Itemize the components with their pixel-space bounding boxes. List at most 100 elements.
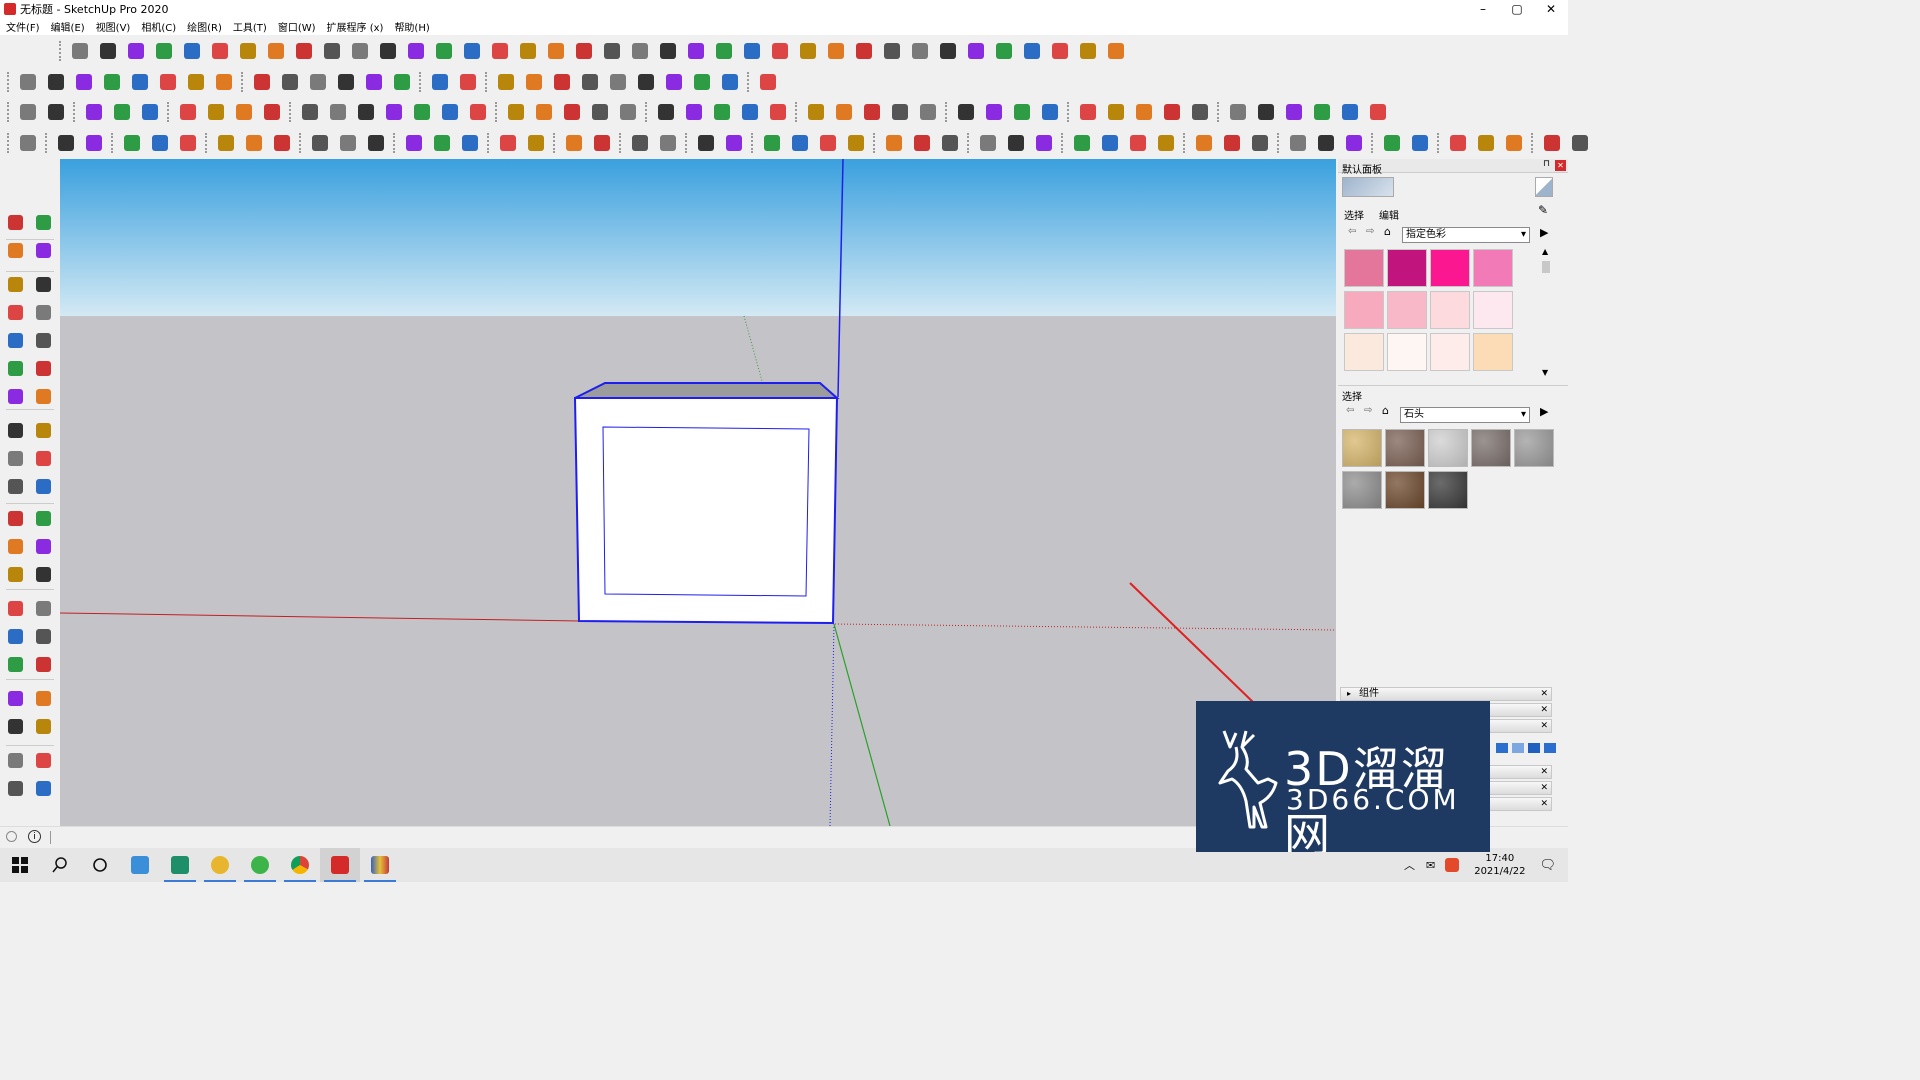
row3-tool-button-5[interactable] [138,100,162,124]
large-tool-36[interactable] [32,715,54,737]
row3-tool-button-6[interactable] [176,100,200,124]
large-tool-14[interactable] [32,385,54,407]
row4-tool-button-28[interactable] [882,131,906,155]
row3-tool-button-39[interactable] [1160,100,1184,124]
large-tool-20[interactable] [32,475,54,497]
row1-tool-button-7[interactable] [236,39,260,63]
row2-tool-button-3[interactable] [72,70,96,94]
row4-tool-button-15[interactable] [458,131,482,155]
row4-tool-button-31[interactable] [976,131,1000,155]
row2-tool-button-9[interactable] [250,70,274,94]
row3-tool-button-25[interactable] [738,100,762,124]
row2-tool-button-13[interactable] [362,70,386,94]
row3-tool-button-45[interactable] [1338,100,1362,124]
color-swatch[interactable] [1430,291,1470,329]
large-tool-32[interactable] [32,653,54,675]
row1-tool-button-38[interactable] [1104,39,1128,63]
color-swatch[interactable] [1344,291,1384,329]
row2-tool-button-24[interactable] [690,70,714,94]
row1-tool-button-2[interactable] [96,39,120,63]
stone-material-thumbnail[interactable] [1514,429,1554,467]
large-tool-1[interactable] [4,211,26,233]
large-tool-11[interactable] [4,357,26,379]
row4-tool-button-46[interactable] [1446,131,1470,155]
row4-tool-button-43[interactable] [1342,131,1366,155]
large-tool-39[interactable] [4,777,26,799]
row3-tool-button-35[interactable] [1038,100,1062,124]
row2-tool-button-21[interactable] [606,70,630,94]
details-arrow-icon-2[interactable]: ▶ [1540,405,1548,418]
row3-tool-button-11[interactable] [326,100,350,124]
large-tool-40[interactable] [32,777,54,799]
row2-tool-button-15[interactable] [428,70,452,94]
tray-sogou-icon[interactable] [1445,858,1460,872]
taskbar-app-browser[interactable] [240,848,280,882]
row4-tool-button-30[interactable] [938,131,962,155]
color-swatch[interactable] [1387,333,1427,371]
row4-tool-button-6[interactable] [176,131,200,155]
large-tool-3[interactable] [4,239,26,261]
home-icon[interactable]: ⌂ [1384,225,1391,238]
box-top-face[interactable] [574,382,840,399]
modeling-viewport[interactable] [60,159,1336,826]
large-tool-30[interactable] [32,625,54,647]
forward-icon[interactable]: ⇨ [1366,226,1374,237]
row3-tool-button-44[interactable] [1310,100,1334,124]
notification-icon[interactable]: 🗨 [1539,858,1556,873]
row4-tool-button-40[interactable] [1248,131,1272,155]
row3-tool-button-19[interactable] [560,100,584,124]
colors-dropdown[interactable]: 指定色彩 [1402,227,1530,243]
row1-tool-button-6[interactable] [208,39,232,63]
large-tool-9[interactable] [4,329,26,351]
row3-tool-button-1[interactable] [16,100,40,124]
row1-tool-button-31[interactable] [908,39,932,63]
row1-tool-button-3[interactable] [124,39,148,63]
row3-tool-button-14[interactable] [410,100,434,124]
row3-tool-button-28[interactable] [832,100,856,124]
row4-tool-button-42[interactable] [1314,131,1338,155]
info-icon[interactable]: i [28,830,41,843]
row1-tool-button-28[interactable] [824,39,848,63]
row3-tool-button-24[interactable] [710,100,734,124]
tray-components[interactable]: ▸ 组件 ✕ [1340,687,1552,701]
row3-tool-button-22[interactable] [654,100,678,124]
row4-tool-button-49[interactable] [1540,131,1564,155]
large-tool-31[interactable] [4,653,26,675]
taskbar-app-green[interactable] [160,848,200,882]
row3-tool-button-16[interactable] [466,100,490,124]
large-tool-2[interactable] [32,211,54,233]
color-swatch[interactable] [1473,333,1513,371]
large-tool-38[interactable] [32,749,54,771]
row3-tool-button-12[interactable] [354,100,378,124]
menu-extensions[interactable]: 扩展程序 (x) [327,19,384,34]
row3-tool-button-13[interactable] [382,100,406,124]
row4-tool-button-26[interactable] [816,131,840,155]
row3-tool-button-43[interactable] [1282,100,1306,124]
home-icon-2[interactable]: ⌂ [1382,404,1389,417]
taskbar-app-folder[interactable] [200,848,240,882]
row2-tool-button-17[interactable] [494,70,518,94]
row2-tool-button-20[interactable] [578,70,602,94]
forward-icon-2[interactable]: ⇨ [1364,405,1372,416]
menu-file[interactable]: 文件(F) [6,19,40,34]
row1-tool-button-23[interactable] [684,39,708,63]
row1-tool-button-37[interactable] [1076,39,1100,63]
large-tool-13[interactable] [4,385,26,407]
large-tool-16[interactable] [32,419,54,441]
menu-draw[interactable]: 绘图(R) [187,19,222,34]
row1-tool-button-8[interactable] [264,39,288,63]
back-icon[interactable]: ⇦ [1348,226,1356,237]
stone-material-thumbnail[interactable] [1428,429,1468,467]
row4-tool-button-16[interactable] [496,131,520,155]
row4-tool-button-21[interactable] [656,131,680,155]
sample-paint-icon[interactable]: ✎ [1538,203,1548,217]
row4-tool-button-32[interactable] [1004,131,1028,155]
row2-tool-button-1[interactable] [16,70,40,94]
row1-tool-button-19[interactable] [572,39,596,63]
row1-tool-button-34[interactable] [992,39,1016,63]
row4-tool-button-3[interactable] [82,131,106,155]
pin-icon[interactable]: ⊓ [1543,159,1550,169]
row1-tool-button-9[interactable] [292,39,316,63]
row4-tool-button-22[interactable] [694,131,718,155]
row3-tool-button-27[interactable] [804,100,828,124]
